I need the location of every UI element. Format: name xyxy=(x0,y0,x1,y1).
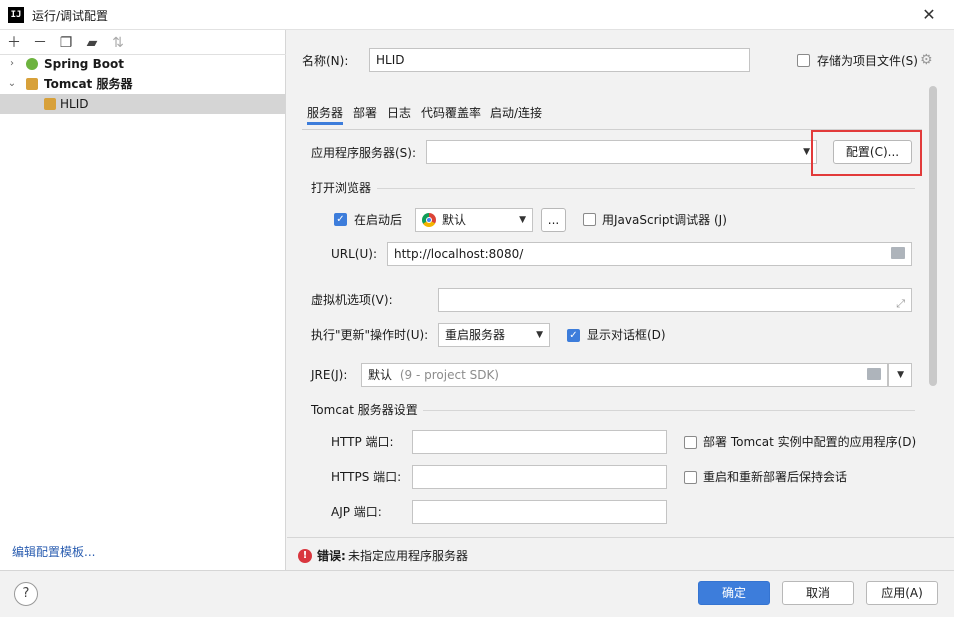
jre-hint: (9 - project SDK) xyxy=(399,368,499,382)
add-icon[interactable]: ＋ xyxy=(4,34,24,52)
browse-button[interactable]: ... xyxy=(541,208,566,232)
tab-server[interactable]: 服务器 xyxy=(307,104,344,125)
intellij-logo-icon: IJ xyxy=(8,7,24,23)
on-update-value: 重启服务器 xyxy=(445,328,506,342)
tab-logs[interactable]: 日志 xyxy=(387,104,411,122)
chevron-right-icon[interactable]: › xyxy=(6,54,18,74)
tree-item-label: Tomcat 服务器 xyxy=(44,77,133,91)
on-update-label: 执行"更新"操作时(U): xyxy=(311,328,429,342)
app-server-select[interactable]: ▼ xyxy=(426,140,817,164)
ajp-port-input[interactable] xyxy=(412,500,667,524)
chevron-down-icon[interactable]: ⌄ xyxy=(6,74,18,94)
copy-icon[interactable]: ❐ xyxy=(56,34,76,52)
http-port-input[interactable] xyxy=(412,430,667,454)
spring-boot-icon xyxy=(26,58,38,70)
preserve-sessions-label: 重启和重新部署后保持会话 xyxy=(703,470,848,484)
after-launch-checkbox[interactable]: ✓ xyxy=(334,213,347,226)
store-project-checkbox[interactable] xyxy=(797,54,810,67)
cancel-button[interactable]: 取消 xyxy=(782,581,854,605)
show-dialog-checkbox[interactable]: ✓ xyxy=(567,329,580,342)
tab-code-coverage[interactable]: 代码覆盖率 xyxy=(421,104,481,122)
jre-label: JRE(J): xyxy=(311,368,348,382)
url-label: URL(U): xyxy=(331,247,377,261)
vm-options-input[interactable]: ⤢ xyxy=(438,288,912,312)
error-message: 未指定应用程序服务器 xyxy=(348,549,469,563)
https-port-input[interactable] xyxy=(412,465,667,489)
help-icon[interactable]: ? xyxy=(14,582,38,606)
expand-icon[interactable]: ⤢ xyxy=(896,293,905,315)
jre-dropdown-button[interactable]: ▼ xyxy=(888,363,912,387)
jre-value: 默认 xyxy=(368,368,393,382)
highlight-box xyxy=(811,130,922,176)
chevron-down-icon[interactable]: ▼ xyxy=(897,364,904,386)
tab-startup-connection[interactable]: 启动/连接 xyxy=(490,104,542,122)
tree-item-label: Spring Boot xyxy=(44,57,124,71)
ajp-port-label: AJP 端口: xyxy=(331,505,382,519)
app-server-label: 应用程序服务器(S): xyxy=(311,146,417,160)
new-folder-icon[interactable]: ▰ xyxy=(82,34,102,52)
jre-input[interactable]: 默认 (9 - project SDK) xyxy=(361,363,888,387)
edit-templates-link[interactable]: 编辑配置模板... xyxy=(12,543,95,560)
error-divider xyxy=(287,537,954,538)
tree-item-hlid[interactable]: HLID xyxy=(0,94,285,114)
open-browser-section: 打开浏览器 xyxy=(311,181,372,195)
url-value: http://localhost:8080/ xyxy=(394,247,524,261)
scrollbar-thumb[interactable] xyxy=(929,86,937,386)
js-debugger-label: 用JavaScript调试器 (J) xyxy=(602,213,727,227)
store-project-label: 存储为项目文件(S) xyxy=(817,54,918,68)
tomcat-section: Tomcat 服务器设置 xyxy=(311,403,418,417)
name-input[interactable]: HLID xyxy=(369,48,750,72)
sort-icon[interactable]: ⇅ xyxy=(108,34,128,52)
chevron-down-icon[interactable]: ▼ xyxy=(536,324,543,346)
error-prefix: 错误: xyxy=(317,549,346,563)
on-update-select[interactable]: 重启服务器 ▼ xyxy=(438,323,550,347)
tree-item-tomcat[interactable]: ⌄ Tomcat 服务器 xyxy=(0,74,285,94)
deploy-apps-checkbox[interactable] xyxy=(684,436,697,449)
js-debugger-checkbox[interactable] xyxy=(583,213,596,226)
http-port-label: HTTP 端口: xyxy=(331,435,394,449)
browser-value: 默认 xyxy=(442,213,467,227)
ok-button[interactable]: 确定 xyxy=(698,581,770,605)
folder-icon[interactable] xyxy=(891,247,905,259)
chrome-icon-center xyxy=(426,217,432,223)
remove-icon[interactable]: － xyxy=(30,34,50,52)
vm-options-label: 虚拟机选项(V): xyxy=(311,293,393,307)
tomcat-icon xyxy=(44,98,56,110)
show-dialog-label: 显示对话框(D) xyxy=(587,328,666,342)
url-input[interactable]: http://localhost:8080/ xyxy=(387,242,912,266)
tree-item-spring-boot[interactable]: › Spring Boot xyxy=(0,54,285,74)
gear-icon[interactable]: ⚙ xyxy=(920,52,933,68)
close-icon[interactable]: ✕ xyxy=(918,4,940,26)
name-label: 名称(N): xyxy=(302,54,349,68)
window-title: 运行/调试配置 xyxy=(32,9,109,23)
section-divider xyxy=(423,410,915,411)
deploy-apps-label: 部署 Tomcat 实例中配置的应用程序(D) xyxy=(703,435,917,449)
https-port-label: HTTPS 端口: xyxy=(331,470,402,484)
chevron-down-icon[interactable]: ▼ xyxy=(519,209,526,231)
tree-item-label: HLID xyxy=(60,97,89,111)
chevron-down-icon[interactable]: ▼ xyxy=(803,141,810,163)
apply-button[interactable]: 应用(A) xyxy=(866,581,938,605)
title-bar xyxy=(0,0,954,30)
tomcat-icon xyxy=(26,78,38,90)
error-icon: ! xyxy=(298,549,312,563)
section-divider xyxy=(377,188,915,189)
folder-icon[interactable] xyxy=(867,368,881,380)
tab-deployment[interactable]: 部署 xyxy=(353,104,377,122)
preserve-sessions-checkbox[interactable] xyxy=(684,471,697,484)
after-launch-label: 在启动后 xyxy=(354,213,403,227)
